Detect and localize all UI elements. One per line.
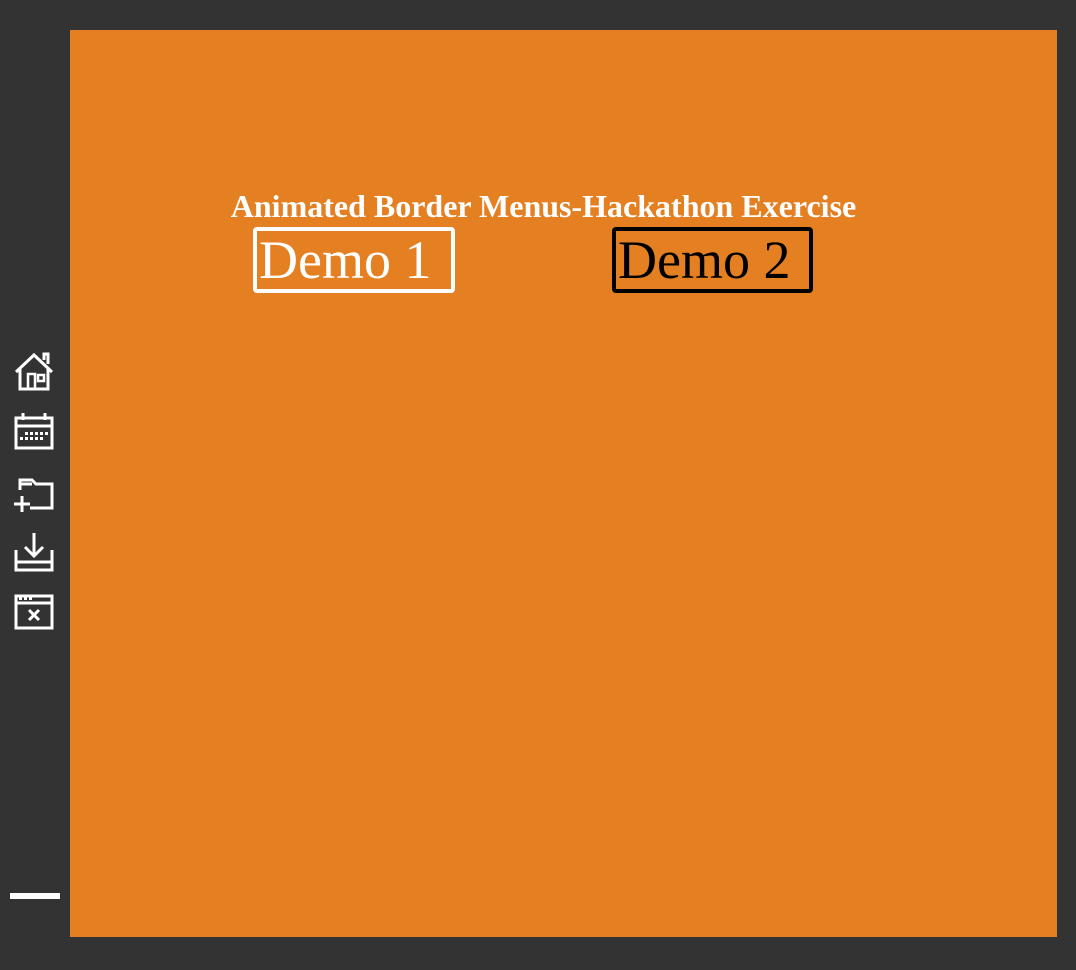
add-folder-icon[interactable]	[12, 470, 56, 514]
content-area: Animated Border Menus-Hackathon Exercise…	[70, 30, 1057, 937]
demo-1-button[interactable]: Demo 1	[253, 227, 455, 293]
calendar-icon[interactable]	[12, 410, 56, 454]
demo-2-button[interactable]: Demo 2	[612, 227, 813, 293]
home-icon[interactable]	[12, 350, 56, 394]
menu-bar-icon[interactable]	[10, 893, 60, 899]
app-window: Animated Border Menus-Hackathon Exercise…	[0, 0, 1076, 970]
close-window-icon[interactable]	[12, 590, 56, 634]
sidebar	[0, 0, 70, 970]
page-title: Animated Border Menus-Hackathon Exercise	[230, 188, 857, 224]
download-icon[interactable]	[12, 530, 56, 574]
